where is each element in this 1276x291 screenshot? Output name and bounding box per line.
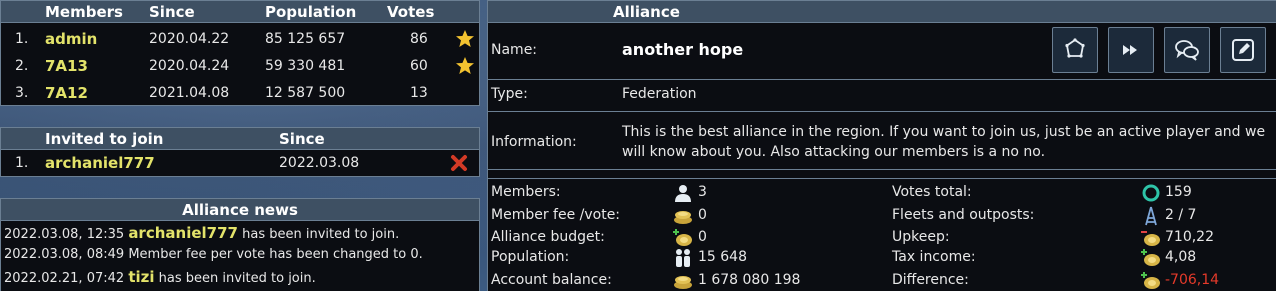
col-votes: Votes bbox=[387, 3, 435, 21]
stat-value: 4,08 bbox=[1165, 249, 1197, 265]
stat-value: 0 bbox=[698, 229, 707, 245]
chat-button[interactable] bbox=[1164, 27, 1210, 73]
member-since: 2020.04.24 bbox=[149, 58, 230, 74]
divider bbox=[488, 178, 1276, 179]
invited-rank: 1. bbox=[15, 155, 29, 171]
invited-row: 1. archaniel777 2022.03.08 bbox=[1, 150, 479, 177]
member-votes: 86 bbox=[410, 31, 428, 47]
member-population: 85 125 657 bbox=[265, 31, 346, 47]
news-actor-link[interactable]: archaniel777 bbox=[128, 224, 238, 242]
stat-value: 2 / 7 bbox=[1165, 207, 1197, 223]
member-population: 59 330 481 bbox=[265, 58, 346, 74]
news-time: 2022.03.08, 12:35 bbox=[4, 227, 125, 242]
invited-since: 2022.03.08 bbox=[279, 155, 360, 171]
member-row: 3. 7A12 2021.04.08 12 587 500 13 bbox=[1, 80, 479, 107]
alliance-header: Alliance bbox=[488, 1, 1276, 23]
people-icon bbox=[676, 249, 690, 267]
star-icon[interactable] bbox=[455, 56, 475, 76]
stat-label: Members: bbox=[491, 184, 561, 200]
news-text: has been invited to join. bbox=[158, 271, 316, 286]
stat-label: Alliance budget: bbox=[491, 229, 605, 245]
col-members: Members bbox=[45, 3, 123, 21]
coin-plus-icon bbox=[1141, 272, 1160, 289]
stat-value: 159 bbox=[1165, 184, 1192, 200]
col-population: Population bbox=[265, 3, 357, 21]
member-name-link[interactable]: 7A12 bbox=[45, 80, 88, 107]
coin-minus-icon bbox=[1141, 231, 1160, 246]
type-label: Type: bbox=[491, 86, 528, 102]
news-actor-link[interactable]: tizi bbox=[128, 268, 154, 286]
col-since: Since bbox=[149, 3, 195, 21]
member-name-link[interactable]: 7A13 bbox=[45, 53, 88, 80]
coins-icon bbox=[674, 276, 692, 289]
favorite-button[interactable] bbox=[1052, 27, 1098, 73]
member-row: 2. 7A13 2020.04.24 59 330 481 60 bbox=[1, 53, 479, 80]
divider bbox=[488, 111, 1276, 112]
col-invited: Invited to join bbox=[45, 130, 164, 148]
news-header: Alliance news bbox=[1, 199, 479, 221]
alliance-type: Federation bbox=[622, 86, 697, 102]
name-label: Name: bbox=[491, 42, 538, 58]
fast-forward-icon bbox=[1123, 45, 1137, 55]
stat-label: Population: bbox=[491, 249, 570, 265]
invited-panel: Invited to join Since 1. archaniel777 20… bbox=[0, 127, 480, 177]
information-label: Information: bbox=[491, 134, 577, 150]
stat-label: Member fee /vote: bbox=[491, 207, 621, 223]
member-votes: 60 bbox=[410, 58, 428, 74]
member-rank: 1. bbox=[15, 31, 29, 47]
tower-icon bbox=[1145, 206, 1157, 226]
stat-value: 710,22 bbox=[1165, 229, 1214, 245]
stat-label: Upkeep: bbox=[892, 229, 950, 245]
divider bbox=[488, 79, 1276, 80]
news-time: 2022.03.08, 08:49 bbox=[4, 247, 125, 262]
stat-value: 0 bbox=[698, 207, 707, 223]
member-name-link[interactable]: admin bbox=[45, 26, 97, 53]
difference-value: -706,14 bbox=[1165, 272, 1220, 288]
member-row: 1. admin 2020.04.22 85 125 657 86 bbox=[1, 26, 479, 53]
coins-icon bbox=[674, 211, 692, 224]
forward-button[interactable] bbox=[1108, 27, 1154, 73]
news-panel: Alliance news 2022.03.08, 12:35 archanie… bbox=[0, 198, 480, 291]
edit-icon bbox=[1232, 39, 1254, 61]
star-outline-icon bbox=[1065, 38, 1085, 58]
news-text: Member fee per vote has been changed to … bbox=[128, 247, 423, 262]
member-rank: 2. bbox=[15, 58, 29, 74]
person-icon bbox=[675, 185, 691, 202]
news-item: 2022.03.08, 12:35 archaniel777 has been … bbox=[4, 222, 399, 244]
member-since: 2021.04.08 bbox=[149, 85, 230, 101]
stat-label: Difference: bbox=[892, 272, 969, 288]
stat-value: 3 bbox=[698, 184, 707, 200]
alliance-information: This is the best alliance in the region.… bbox=[622, 124, 1266, 160]
member-since: 2020.04.22 bbox=[149, 31, 230, 47]
star-icon[interactable] bbox=[455, 29, 475, 49]
members-header: Members Since Population Votes bbox=[1, 1, 479, 23]
alliance-panel: Alliance Name: another hope Type: Federa… bbox=[487, 0, 1276, 291]
stat-value: 15 648 bbox=[698, 249, 747, 265]
stat-label: Tax income: bbox=[892, 249, 976, 265]
stat-label: Fleets and outposts: bbox=[892, 207, 1035, 223]
cancel-invite-icon[interactable] bbox=[450, 154, 468, 172]
col-invited-since: Since bbox=[279, 130, 325, 148]
invited-header: Invited to join Since bbox=[1, 128, 479, 150]
stat-label: Votes total: bbox=[892, 184, 972, 200]
news-text: has been invited to join. bbox=[242, 227, 400, 242]
members-panel: Members Since Population Votes 1. admin … bbox=[0, 0, 480, 106]
ring-icon bbox=[1142, 184, 1160, 202]
coin-plus-icon bbox=[673, 229, 692, 246]
news-time: 2022.02.21, 07:42 bbox=[4, 271, 125, 286]
news-item: 2022.02.21, 07:42 tizi has been invited … bbox=[4, 266, 316, 288]
divider bbox=[488, 169, 1276, 170]
member-votes: 13 bbox=[410, 85, 428, 101]
stat-label: Account balance: bbox=[491, 272, 612, 288]
member-rank: 3. bbox=[15, 85, 29, 101]
member-population: 12 587 500 bbox=[265, 85, 346, 101]
news-item: 2022.03.08, 08:49 Member fee per vote ha… bbox=[4, 244, 423, 266]
coin-plus-icon bbox=[1141, 249, 1160, 266]
alliance-name: another hope bbox=[622, 40, 744, 59]
stat-value: 1 678 080 198 bbox=[698, 272, 801, 288]
edit-button[interactable] bbox=[1220, 27, 1266, 73]
chat-bubbles-icon bbox=[1175, 40, 1199, 61]
invited-name-link[interactable]: archaniel777 bbox=[45, 150, 155, 177]
